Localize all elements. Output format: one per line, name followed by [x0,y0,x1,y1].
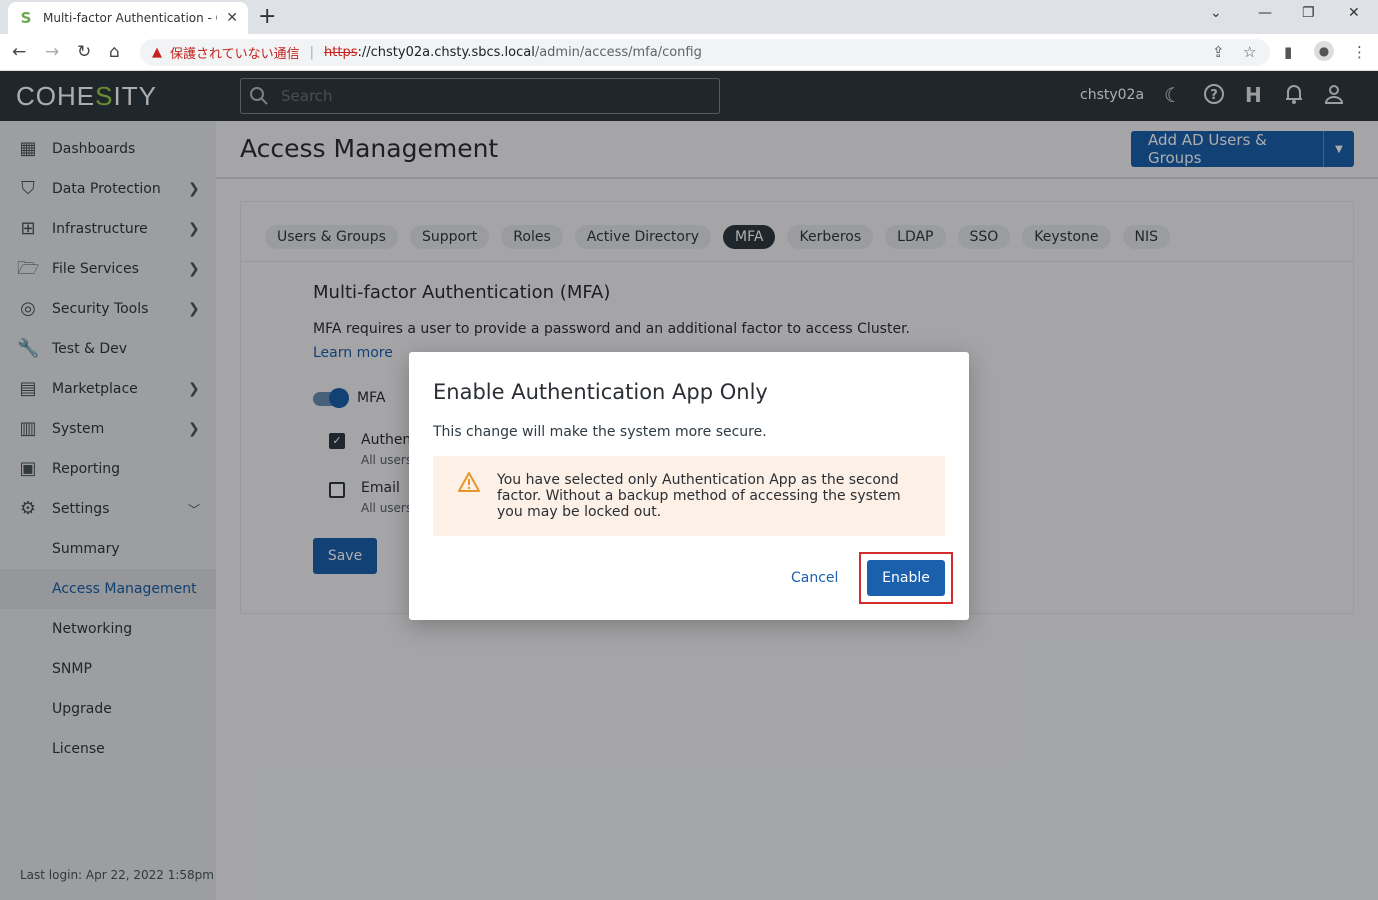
url-field[interactable]: ▲ 保護されていない通信 | https://chsty02a.chsty.sb… [140,39,1270,66]
enable-button[interactable]: Enable [867,560,945,596]
enable-auth-app-dialog: Enable Authentication App Only This chan… [409,352,969,620]
restore-icon[interactable]: ❐ [1302,5,1315,21]
bookmark-star-icon[interactable]: ☆ [1243,43,1256,61]
url-separator: | [309,45,315,60]
warning-text: You have selected only Authentication Ap… [497,472,901,520]
window-close-icon[interactable]: ✕ [1348,5,1360,21]
browser-menu-icon[interactable]: ⋮ [1352,43,1367,61]
browser-addressbar: ← → ↻ ⌂ ▲ 保護されていない通信 | https://chsty02a.… [0,34,1378,71]
share-icon[interactable]: ⇪ [1212,43,1225,61]
browser-tab[interactable]: S Multi-factor Authentication - Col ✕ [8,2,248,34]
back-icon[interactable]: ← [12,42,26,62]
insecure-label: 保護されていない通信 [170,47,300,62]
new-tab-icon[interactable]: + [258,6,276,28]
profile-icon[interactable]: ● [1314,41,1334,61]
url-protocol: https [324,45,358,60]
url-host: ://chsty02a.chsty.sbcs.local [357,45,535,60]
browser-tab-title: Multi-factor Authentication - Col [43,11,217,25]
close-tab-icon[interactable]: ✕ [226,10,238,26]
side-panel-icon[interactable]: ▮ [1284,43,1292,61]
browser-tabbar: S Multi-factor Authentication - Col ✕ + … [0,0,1378,34]
forward-icon[interactable]: → [45,42,59,62]
dialog-subtitle: This change will make the system more se… [433,424,767,440]
warning-alert: You have selected only Authentication Ap… [433,456,945,536]
home-icon[interactable]: ⌂ [109,42,120,62]
dialog-title: Enable Authentication App Only [433,380,768,404]
url-path: /admin/access/mfa/config [534,45,702,60]
insecure-warning-icon: ▲ [152,45,162,60]
reload-icon[interactable]: ↻ [77,42,91,62]
tab-search-chevron-icon[interactable]: ⌄ [1210,5,1222,21]
warning-triangle-icon [457,471,480,493]
cancel-button[interactable]: Cancel [791,570,838,586]
minimize-icon[interactable]: — [1258,5,1272,21]
cohesity-favicon-icon: S [20,9,32,27]
